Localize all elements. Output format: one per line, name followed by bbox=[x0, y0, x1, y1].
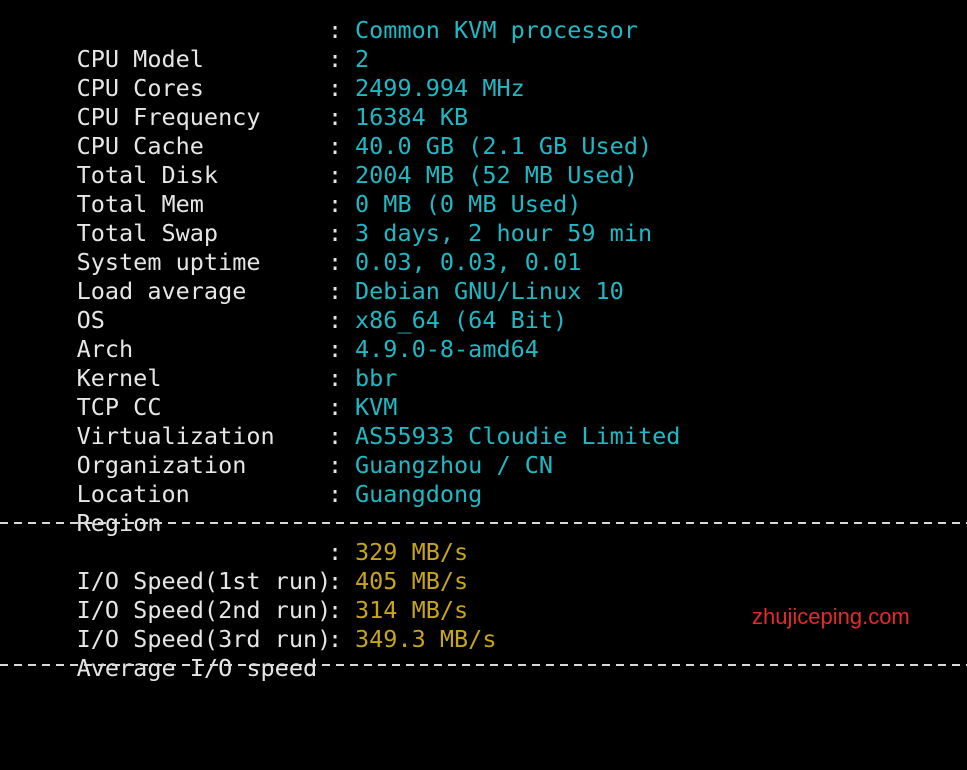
dashed-divider bbox=[0, 522, 967, 524]
row-arch: Arch : x86_64 (64 Bit) bbox=[20, 306, 568, 363]
row-system-uptime: System uptime : 3 days, 2 hour 59 min bbox=[20, 219, 653, 276]
row-value: 40.0 GB (2.1 GB Used) bbox=[355, 132, 653, 160]
terminal-window: CPU Model : Common KVM processor CPU Cor… bbox=[0, 0, 967, 682]
row-value: x86_64 (64 Bit) bbox=[355, 306, 568, 334]
row-value: 0 MB (0 MB Used) bbox=[355, 190, 582, 218]
row-cpu-cache: CPU Cache : 16384 KB bbox=[20, 103, 469, 160]
row-separator: : bbox=[328, 16, 343, 44]
row-separator: : bbox=[328, 306, 343, 334]
row-location: Location : Guangzhou / CN bbox=[20, 451, 553, 508]
row-separator: : bbox=[328, 567, 343, 595]
row-value: Debian GNU/Linux 10 bbox=[355, 277, 624, 305]
row-organization: Organization : AS55933 Cloudie Limited bbox=[20, 422, 681, 479]
row-cpu-frequency: CPU Frequency : 2499.994 MHz bbox=[20, 74, 525, 131]
row-separator: : bbox=[328, 480, 343, 508]
row-separator: : bbox=[328, 103, 343, 131]
row-separator: : bbox=[328, 393, 343, 421]
row-value: 314 MB/s bbox=[355, 596, 469, 624]
row-separator: : bbox=[328, 422, 343, 450]
row-separator: : bbox=[328, 335, 343, 363]
row-value: 2 bbox=[355, 45, 370, 73]
row-separator: : bbox=[328, 538, 343, 566]
row-total-mem: Total Mem : 2004 MB (52 MB Used) bbox=[20, 161, 638, 218]
row-separator: : bbox=[328, 364, 343, 392]
row-separator: : bbox=[328, 132, 343, 160]
row-io-speed-average: Average I/O speed : 349.3 MB/s bbox=[20, 625, 497, 682]
row-load-average: Load average : 0.03, 0.03, 0.01 bbox=[20, 248, 582, 305]
row-value: 0.03, 0.03, 0.01 bbox=[355, 248, 582, 276]
row-separator: : bbox=[328, 277, 343, 305]
row-io-speed-2nd: I/O Speed(2nd run) : 405 MB/s bbox=[20, 567, 469, 624]
row-kernel: Kernel : 4.9.0-8-amd64 bbox=[20, 335, 539, 392]
row-io-speed-3rd: I/O Speed(3rd run) : 314 MB/s bbox=[20, 596, 469, 653]
row-value: Guangdong bbox=[355, 480, 483, 508]
row-total-swap: Total Swap : 0 MB (0 MB Used) bbox=[20, 190, 582, 247]
dashed-divider bbox=[0, 664, 967, 666]
row-separator: : bbox=[328, 248, 343, 276]
row-value: 2499.994 MHz bbox=[355, 74, 525, 102]
row-separator: : bbox=[328, 625, 343, 653]
row-io-speed-1st: I/O Speed(1st run) : 329 MB/s bbox=[20, 538, 469, 595]
row-separator: : bbox=[328, 161, 343, 189]
watermark: zhujiceping.com bbox=[752, 604, 910, 629]
row-value: 2004 MB (52 MB Used) bbox=[355, 161, 638, 189]
row-total-disk: Total Disk : 40.0 GB (2.1 GB Used) bbox=[20, 132, 653, 189]
row-value: Common KVM processor bbox=[355, 16, 638, 44]
row-separator: : bbox=[328, 74, 343, 102]
row-cpu-model: CPU Model : Common KVM processor bbox=[20, 16, 638, 73]
row-separator: : bbox=[328, 190, 343, 218]
row-value: 16384 KB bbox=[355, 103, 469, 131]
row-tcp-cc: TCP CC : bbr bbox=[20, 364, 398, 421]
row-os: OS : Debian GNU/Linux 10 bbox=[20, 277, 624, 334]
row-separator: : bbox=[328, 451, 343, 479]
row-separator: : bbox=[328, 219, 343, 247]
row-value: 329 MB/s bbox=[355, 538, 469, 566]
row-separator: : bbox=[328, 596, 343, 624]
row-value: bbr bbox=[355, 364, 398, 392]
row-value: AS55933 Cloudie Limited bbox=[355, 422, 681, 450]
row-value: 3 days, 2 hour 59 min bbox=[355, 219, 653, 247]
row-separator: : bbox=[328, 45, 343, 73]
row-value: Guangzhou / CN bbox=[355, 451, 554, 479]
row-value: 405 MB/s bbox=[355, 567, 469, 595]
row-value: 349.3 MB/s bbox=[355, 625, 497, 653]
row-cpu-cores: CPU Cores : 2 bbox=[20, 45, 370, 102]
row-value: 4.9.0-8-amd64 bbox=[355, 335, 539, 363]
row-region: Region : Guangdong bbox=[20, 480, 483, 537]
row-virtualization: Virtualization : KVM bbox=[20, 393, 398, 450]
row-label: Average I/O speed bbox=[76, 654, 318, 682]
row-value: KVM bbox=[355, 393, 398, 421]
